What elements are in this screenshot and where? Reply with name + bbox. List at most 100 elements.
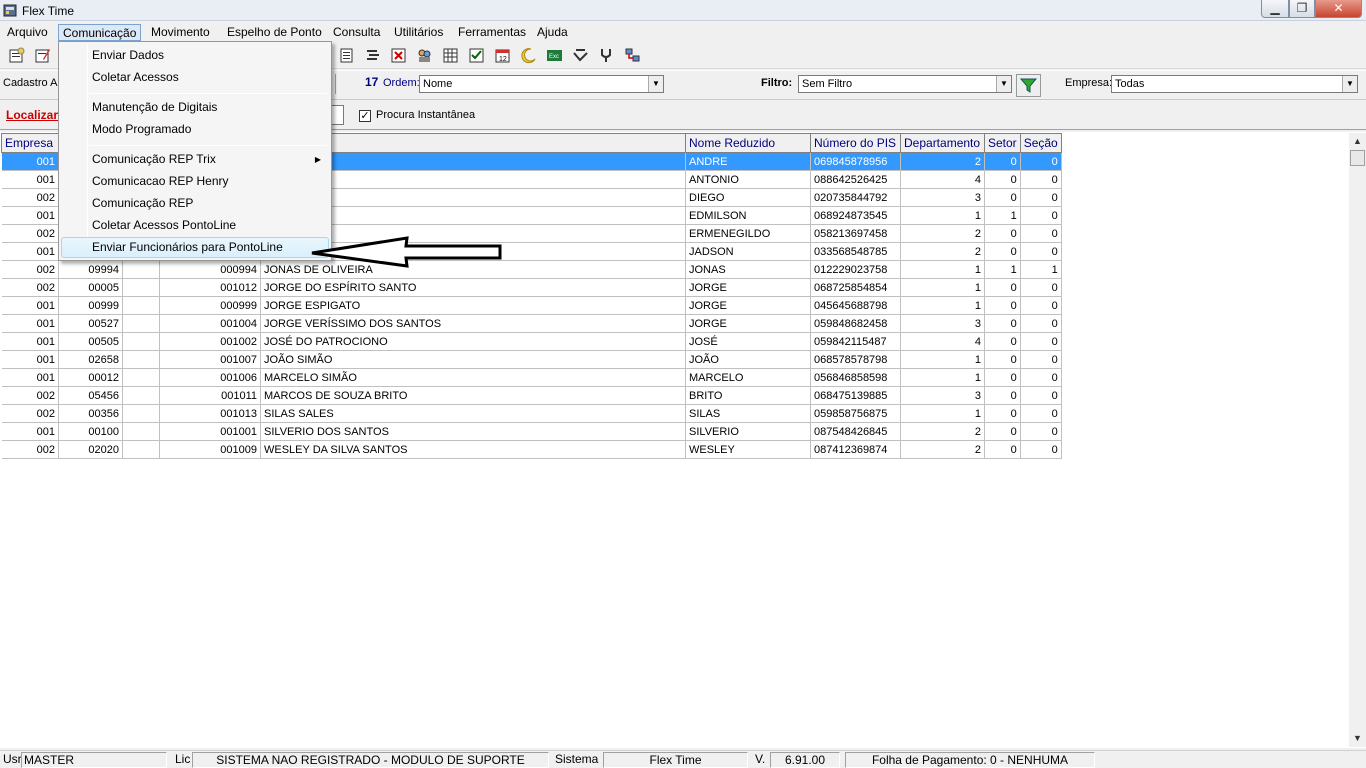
table-cell: 0	[984, 422, 1021, 441]
excel-icon[interactable]: Exc	[546, 47, 563, 64]
filtro-select[interactable]: Sem Filtro ▼	[798, 75, 1012, 93]
col-nome-reduzido[interactable]: Nome Reduzido	[685, 133, 811, 153]
table-cell: 1	[900, 278, 985, 297]
menu-coletar-acessos[interactable]: Coletar Acessos	[61, 67, 329, 88]
new-record-icon[interactable]	[8, 47, 25, 64]
table-cell: 1	[900, 368, 985, 387]
people-icon[interactable]	[416, 47, 433, 64]
table-cell: 0	[984, 386, 1021, 405]
table-cell: MARCELO SIMÃO	[260, 368, 686, 387]
table-cell: 0	[984, 224, 1021, 243]
menu-modo-programado[interactable]: Modo Programado	[61, 119, 329, 140]
table-cell: 2	[900, 422, 985, 441]
table-cell: SILVERIO DOS SANTOS	[260, 422, 686, 441]
menu-ferramentas[interactable]: Ferramentas	[454, 24, 530, 41]
table-cell: JONAS	[685, 260, 811, 279]
table-row[interactable]: 002 02020 001009 WESLEY DA SILVA SANTOS WESL…	[1, 440, 1062, 459]
funnel-icon[interactable]	[1016, 74, 1041, 97]
grid-icon[interactable]	[442, 47, 459, 64]
table-row[interactable]: 001 00505 001002 JOSÉ DO PATROCIONO JOSÉ 0598…	[1, 332, 1062, 351]
scroll-thumb[interactable]	[1350, 150, 1365, 166]
table-cell	[122, 386, 160, 405]
table-cell: 088642526425	[810, 170, 901, 189]
table-cell: 2	[900, 242, 985, 261]
table-cell: 002	[1, 440, 59, 459]
menu-rep-henry[interactable]: Comunicacao REP Henry	[61, 171, 329, 192]
maximize-button[interactable]: ❐	[1289, 0, 1315, 18]
menu-arquivo[interactable]: Arquivo	[3, 24, 52, 41]
table-cell	[122, 296, 160, 315]
close-icon: ✕	[1333, 1, 1344, 15]
table-row[interactable]: 001 00527 001004 JORGE VERÍSSIMO DOS SANTOS…	[1, 314, 1062, 333]
moon-icon[interactable]	[520, 47, 537, 64]
col-departamento[interactable]: Departamento	[900, 133, 985, 153]
empresa-select[interactable]: Todas ▼	[1111, 75, 1358, 93]
window-title: Flex Time	[22, 4, 75, 18]
table-cell: 00100	[58, 422, 123, 441]
calendar-x-icon[interactable]	[390, 47, 407, 64]
col-setor[interactable]: Setor	[984, 133, 1021, 153]
svg-text:12: 12	[499, 56, 507, 63]
menu-manutencao-digitais[interactable]: Manutenção de Digitais	[61, 97, 329, 118]
scroll-down-icon[interactable]: ▼	[1349, 730, 1366, 747]
table-cell	[122, 260, 160, 279]
table-row[interactable]: 001 02658 001007 JOÃO SIMÃO JOÃO 068578578798…	[1, 350, 1062, 369]
table-cell: 1	[900, 404, 985, 423]
checklist-icon[interactable]	[468, 47, 485, 64]
ordem-select[interactable]: Nome ▼	[419, 75, 664, 93]
menu-comunicacao[interactable]: Comunicação	[58, 24, 142, 41]
minimize-button[interactable]: ▁	[1261, 0, 1289, 18]
table-row[interactable]: 001 00012 001006 MARCELO SIMÃO MARCELO 056846…	[1, 368, 1062, 387]
vertical-scrollbar[interactable]: ▲ ▼	[1349, 133, 1366, 747]
eye-icon[interactable]	[572, 47, 589, 64]
report-icon[interactable]	[338, 47, 355, 64]
list-icon[interactable]	[364, 47, 381, 64]
table-row[interactable]: 001 00100 001001 SILVERIO DOS SANTOS SILVERI…	[1, 422, 1062, 441]
menu-movimento[interactable]: Movimento	[147, 24, 214, 41]
menu-separator	[89, 93, 327, 94]
menu-rep-trix[interactable]: Comunicação REP Trix ▶	[61, 149, 329, 170]
close-button[interactable]: ✕	[1315, 0, 1362, 18]
menu-consulta[interactable]: Consulta	[329, 24, 384, 41]
table-row[interactable]: 002 00356 001013 SILAS SALES SILAS 0598587568…	[1, 404, 1062, 423]
table-cell: 00005	[58, 278, 123, 297]
menu-coletar-pontoline[interactable]: Coletar Acessos PontoLine	[61, 215, 329, 236]
col-pis[interactable]: Número do PIS	[810, 133, 901, 153]
table-cell: 087548426845	[810, 422, 901, 441]
restore-icon: ❐	[1296, 1, 1308, 15]
table-cell: 0	[984, 440, 1021, 459]
table-cell: 1	[900, 260, 985, 279]
calendar-icon[interactable]: 12	[494, 47, 511, 64]
table-cell: 2	[900, 440, 985, 459]
table-cell: ANDRE	[685, 152, 811, 171]
table-row[interactable]: 002 09994 000994 JONAS DE OLIVEIRA JONAS 0122…	[1, 260, 1062, 279]
fork-icon[interactable]	[598, 47, 615, 64]
annotation-arrow-icon	[311, 236, 502, 268]
menu-utilitarios[interactable]: Utilitários	[390, 24, 447, 41]
col-secao[interactable]: Seção	[1019, 133, 1062, 153]
table-row[interactable]: 001 00999 000999 JORGE ESPIGATO JORGE 0456456…	[1, 296, 1062, 315]
table-row[interactable]: 002 00005 001012 JORGE DO ESPÍRITO SANTO JOR…	[1, 278, 1062, 297]
menu-rep[interactable]: Comunicação REP	[61, 193, 329, 214]
col-empresa[interactable]: Empresa	[1, 133, 59, 153]
network-icon[interactable]	[624, 47, 641, 64]
table-cell: JORGE VERÍSSIMO DOS SANTOS	[260, 314, 686, 333]
table-cell: JOSÉ DO PATROCIONO	[260, 332, 686, 351]
menu-enviar-dados[interactable]: Enviar Dados	[61, 45, 329, 66]
table-cell: 1	[984, 206, 1021, 225]
table-cell: 00356	[58, 404, 123, 423]
table-cell: 0	[984, 332, 1021, 351]
menu-ajuda[interactable]: Ajuda	[533, 24, 572, 41]
table-cell: 0	[984, 170, 1021, 189]
table-cell: 00999	[58, 296, 123, 315]
table-cell: 0	[1020, 368, 1062, 387]
scroll-up-icon[interactable]: ▲	[1349, 133, 1366, 150]
menu-espelho-de-ponto[interactable]: Espelho de Ponto	[223, 24, 326, 41]
table-cell: 059842115487	[810, 332, 901, 351]
procura-checkbox[interactable]: ✓	[359, 110, 371, 122]
table-row[interactable]: 002 05456 001011 MARCOS DE SOUZA BRITO BRITO…	[1, 386, 1062, 405]
edit-record-icon[interactable]	[34, 47, 51, 64]
menu-bar: Arquivo Comunicação Movimento Espelho de…	[0, 22, 1366, 42]
separator	[335, 74, 336, 94]
menu-enviar-funcionarios-pontoline[interactable]: Enviar Funcionários para PontoLine	[61, 237, 329, 258]
